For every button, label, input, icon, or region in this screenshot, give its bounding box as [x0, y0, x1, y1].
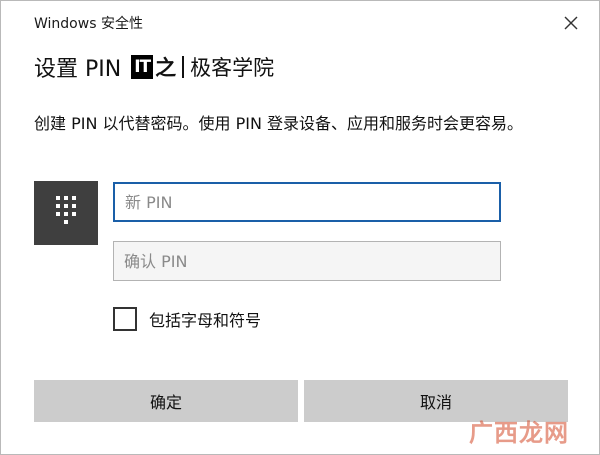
dialog-heading: 设置 PIN IT 之 极客学院: [34, 51, 274, 83]
ithome-logo: IT 之 极客学院: [131, 54, 274, 80]
description-text: 创建 PIN 以代替密码。使用 PIN 登录设备、应用和服务时会更容易。: [34, 114, 524, 133]
pin-setup-dialog: Windows 安全性 设置 PIN IT 之 极客学院 创建 PIN 以代替密…: [0, 0, 600, 455]
logo-separator: [182, 56, 185, 78]
title-bar: Windows 安全性: [1, 1, 599, 45]
include-letters-symbols-checkbox[interactable]: [113, 307, 137, 331]
checkbox-label: 包括字母和符号: [149, 311, 262, 330]
watermark: 广西龙网: [469, 419, 569, 447]
close-icon: [564, 16, 578, 30]
dialog-title: 设置 PIN: [34, 57, 122, 82]
window-title: Windows 安全性: [34, 16, 143, 32]
confirm-pin-input[interactable]: [113, 241, 501, 281]
new-pin-input[interactable]: [113, 182, 501, 222]
logo-zhi: 之: [155, 56, 177, 80]
close-button[interactable]: [551, 5, 591, 41]
logo-brand: 极客学院: [190, 56, 275, 80]
keypad-icon: [56, 196, 76, 224]
logo-it: IT: [131, 55, 154, 79]
keypad-icon-tile: [34, 181, 98, 245]
ok-button[interactable]: 确定: [34, 380, 298, 422]
include-letters-symbols-option[interactable]: 包括字母和符号: [113, 306, 261, 332]
